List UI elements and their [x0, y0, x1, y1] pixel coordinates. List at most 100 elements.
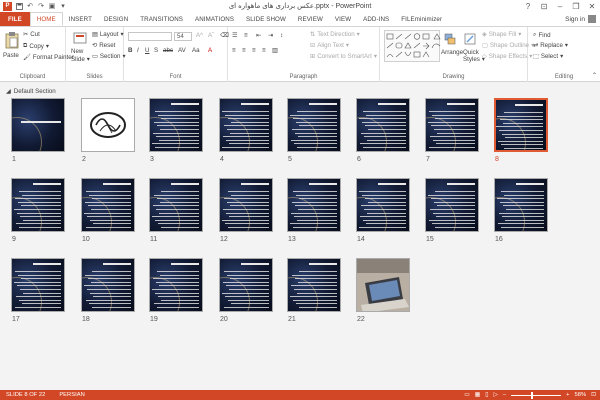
slide-thumbnail[interactable] [356, 98, 410, 152]
close-button[interactable]: ✕ [584, 0, 600, 12]
arrange-icon[interactable] [444, 33, 456, 47]
language-indicator[interactable]: PERSIAN [45, 392, 84, 398]
underline-button[interactable]: U [145, 47, 149, 54]
slide-thumbnail[interactable] [149, 258, 203, 312]
redo-icon[interactable]: ↷ [37, 2, 45, 10]
slide-thumbnail[interactable] [287, 98, 341, 152]
select-button[interactable]: ⬚ Select ▾ [533, 53, 563, 60]
arrange-button[interactable]: Arrange [441, 49, 463, 56]
replace-button[interactable]: ⇄ Replace ▾ [533, 42, 568, 49]
align-right-icon[interactable]: ≡ [252, 47, 256, 54]
find-button[interactable]: ⌕ Find [533, 31, 551, 39]
numbering-icon[interactable]: ≡ [244, 32, 248, 39]
align-left-icon[interactable]: ≡ [232, 47, 236, 54]
tab-home[interactable]: HOME [29, 12, 63, 26]
decrease-indent-icon[interactable]: ⇤ [256, 32, 261, 39]
text-direction-button[interactable]: ⇅ Text Direction ▾ [310, 31, 360, 38]
slide-sorter-view-icon[interactable]: ▦ [475, 392, 480, 398]
slide-thumbnail[interactable] [11, 178, 65, 232]
font-color-icon[interactable]: A [208, 47, 212, 54]
reset-button[interactable]: ⟲ Reset [92, 42, 115, 49]
paste-icon[interactable] [5, 31, 19, 51]
shape-fill-button[interactable]: ◈ Shape Fill ▾ [482, 31, 521, 38]
line-spacing-icon[interactable]: ↕ [280, 32, 283, 39]
slide-thumbnail[interactable] [11, 258, 65, 312]
convert-smartart-button[interactable]: ⊞ Convert to SmartArt ▾ [310, 53, 377, 60]
tab-transitions[interactable]: TRANSITIONS [134, 12, 189, 26]
paste-button[interactable]: Paste [3, 52, 19, 59]
strikethrough-button[interactable]: abc [163, 47, 173, 54]
help-button[interactable]: ? [520, 0, 536, 12]
change-case-icon[interactable]: Aa [192, 47, 200, 54]
new-slide-label-2[interactable]: Slide ▾ [71, 56, 90, 63]
align-center-icon[interactable]: ≡ [242, 47, 246, 54]
cut-button[interactable]: ✂ Cut [23, 31, 40, 38]
slide-thumbnail[interactable] [219, 258, 273, 312]
reading-view-icon[interactable]: ▯ [485, 392, 488, 398]
fit-to-window-icon[interactable]: ⊡ [591, 392, 596, 398]
normal-view-icon[interactable]: ▭ [464, 392, 469, 398]
tab-slide-show[interactable]: SLIDE SHOW [240, 12, 292, 26]
save-icon[interactable] [15, 2, 23, 10]
slide-show-icon[interactable]: ▷ [493, 392, 497, 398]
slide-thumbnail[interactable] [287, 178, 341, 232]
layout-button[interactable]: ▤ Layout ▾ [92, 31, 124, 38]
increase-indent-icon[interactable]: ⇥ [268, 32, 273, 39]
columns-icon[interactable]: ▥ [272, 47, 278, 54]
shape-effects-button[interactable]: ◇ Shape Effects ▾ [482, 53, 532, 60]
section-header[interactable]: ◢ Default Section [6, 88, 56, 95]
collapse-ribbon-icon[interactable]: ⌃ [592, 72, 597, 79]
tab-fileminimizer[interactable]: FILEminimizer [395, 12, 448, 26]
new-slide-icon[interactable] [73, 31, 87, 47]
justify-icon[interactable]: ≡ [262, 47, 266, 54]
slide-thumbnail[interactable] [356, 258, 410, 312]
tab-design[interactable]: DESIGN [98, 12, 134, 26]
start-from-beginning-icon[interactable]: ▣ [48, 2, 56, 10]
zoom-slider[interactable] [511, 391, 562, 399]
slide-thumbnail[interactable] [149, 178, 203, 232]
tab-view[interactable]: VIEW [329, 12, 357, 26]
ribbon-display-options-icon[interactable]: ⊡ [536, 0, 552, 12]
tab-animations[interactable]: ANIMATIONS [189, 12, 240, 26]
zoom-slider-thumb[interactable] [531, 391, 534, 399]
italic-button[interactable]: I [137, 47, 139, 54]
slide-thumbnail[interactable] [287, 258, 341, 312]
slide-thumbnail[interactable] [11, 98, 65, 152]
slide-thumbnail[interactable] [81, 98, 135, 152]
character-spacing-icon[interactable]: AV [178, 47, 186, 54]
section-button[interactable]: ▭ Section ▾ [92, 53, 126, 60]
tab-insert[interactable]: INSERT [63, 12, 98, 26]
new-slide-label[interactable]: New [71, 48, 83, 55]
quick-styles-icon[interactable] [464, 33, 476, 47]
slide-thumbnail[interactable] [425, 178, 479, 232]
shapes-gallery[interactable] [384, 30, 441, 62]
tab-file[interactable]: FILE [0, 12, 30, 26]
slide-thumbnail[interactable] [219, 98, 273, 152]
font-name-dropdown[interactable] [128, 32, 172, 41]
slide-thumbnail[interactable] [81, 178, 135, 232]
increase-font-icon[interactable]: A^ [196, 32, 203, 39]
shape-outline-button[interactable]: ▢ Shape Outline ▾ [482, 42, 534, 49]
shadow-button[interactable]: S [154, 47, 158, 54]
sign-in-link[interactable]: Sign in [565, 15, 596, 23]
zoom-level[interactable]: 58% [575, 392, 587, 398]
tab-review[interactable]: REVIEW [292, 12, 329, 26]
restore-button[interactable]: ❐ [568, 0, 584, 12]
minimize-button[interactable]: – [552, 0, 568, 12]
zoom-out-icon[interactable]: – [503, 392, 506, 398]
slide-thumbnail[interactable] [425, 98, 479, 152]
quick-styles-button[interactable]: Quick [463, 49, 479, 56]
customize-qat-icon[interactable]: ▾ [59, 2, 67, 10]
decrease-font-icon[interactable]: Aˇ [208, 32, 214, 39]
slide-thumbnail[interactable] [494, 178, 548, 232]
slide-thumbnail[interactable] [81, 258, 135, 312]
bullets-icon[interactable]: ☰ [232, 32, 238, 39]
zoom-in-icon[interactable]: + [566, 392, 569, 398]
font-size-dropdown[interactable]: 54 [174, 32, 192, 41]
tab-add-ins[interactable]: ADD-INS [357, 12, 395, 26]
copy-button[interactable]: ⧉ Copy ▾ [23, 42, 49, 50]
slide-thumbnail[interactable] [494, 98, 548, 152]
slide-thumbnail[interactable] [219, 178, 273, 232]
bold-button[interactable]: B [128, 47, 132, 54]
slide-thumbnail[interactable] [149, 98, 203, 152]
